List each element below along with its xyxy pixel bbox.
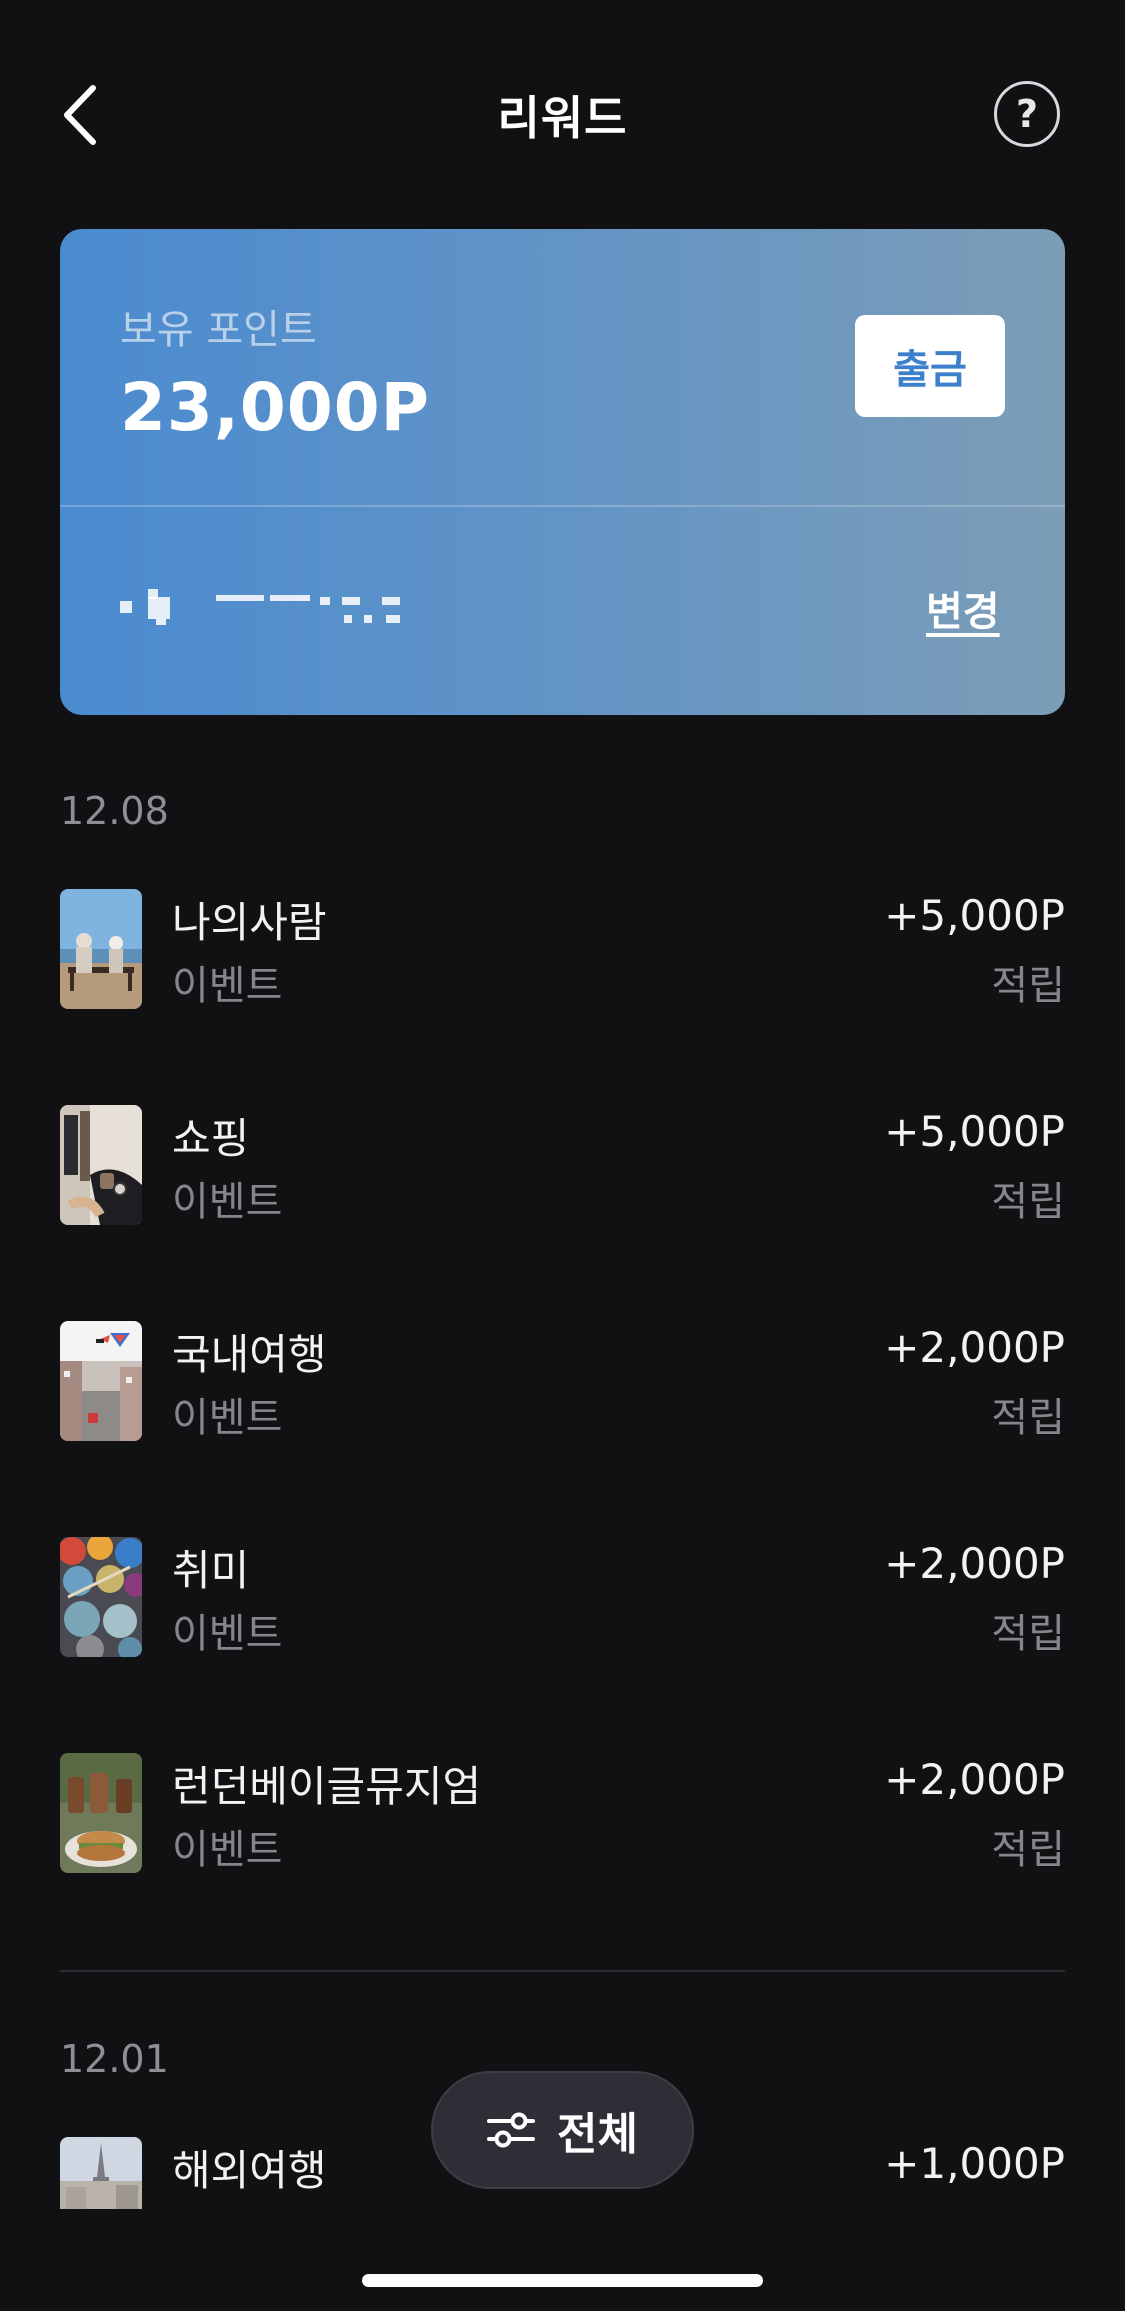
points-label: 보유 포인트 [120, 307, 317, 353]
item-subtitle: 이벤트 [172, 963, 283, 1009]
item-title: 런던베이글뮤지엄 [172, 1762, 482, 1811]
item-status: 적립 [991, 1827, 1065, 1873]
item-subtitle: 이벤트 [172, 1395, 283, 1441]
item-status: 적립 [991, 1395, 1065, 1441]
list-item[interactable]: 취미 이벤트 +2,000P 적립 [60, 1537, 1065, 1657]
question-mark-icon: ? [1015, 92, 1039, 136]
withdraw-button[interactable]: 출금 [855, 315, 1005, 417]
item-subtitle: 이벤트 [172, 1179, 283, 1225]
date-header: 12.08 [60, 789, 169, 833]
item-amount: +1,000P [884, 2139, 1065, 2188]
item-amount: +5,000P [884, 891, 1065, 940]
date-header: 12.01 [60, 2037, 169, 2081]
filter-sliders-icon [487, 2112, 536, 2148]
change-account-link[interactable]: 변경 [926, 579, 1000, 637]
event-thumbnail [60, 1753, 142, 1873]
list-item[interactable]: 국내여행 이벤트 +2,000P 적립 [60, 1321, 1065, 1441]
item-amount: +5,000P [884, 1107, 1065, 1156]
masked-account-info [120, 587, 450, 627]
item-amount: +2,000P [884, 1539, 1065, 1588]
item-subtitle: 이벤트 [172, 1611, 283, 1657]
event-thumbnail [60, 1537, 142, 1657]
event-thumbnail [60, 2137, 142, 2209]
points-value: 23,000P [120, 369, 431, 446]
header: 리워드 ? [0, 60, 1125, 168]
item-title: 취미 [172, 1546, 250, 1595]
item-title: 해외여행 [172, 2146, 327, 2195]
filter-label: 전체 [557, 2109, 638, 2160]
item-amount: +2,000P [884, 1755, 1065, 1804]
item-title: 나의사람 [172, 898, 327, 947]
points-card: 보유 포인트 23,000P 출금 변경 [60, 229, 1065, 715]
page-title: 리워드 [497, 91, 628, 145]
list-item[interactable]: 나의사람 이벤트 +5,000P 적립 [60, 889, 1065, 1009]
filter-button[interactable]: 전체 [431, 2071, 694, 2189]
event-thumbnail [60, 889, 142, 1009]
home-indicator [362, 2274, 763, 2287]
event-thumbnail [60, 1105, 142, 1225]
list-item[interactable]: 쇼핑 이벤트 +5,000P 적립 [60, 1105, 1065, 1225]
item-status: 적립 [991, 1611, 1065, 1657]
item-amount: +2,000P [884, 1323, 1065, 1372]
item-status: 적립 [991, 963, 1065, 1009]
help-button[interactable]: ? [994, 81, 1060, 147]
item-status: 적립 [991, 1179, 1065, 1225]
list-item[interactable]: 런던베이글뮤지엄 이벤트 +2,000P 적립 [60, 1753, 1065, 1873]
card-divider [60, 505, 1065, 507]
section-divider [60, 1970, 1065, 1972]
event-thumbnail [60, 1321, 142, 1441]
item-subtitle: 이벤트 [172, 1827, 283, 1873]
item-title: 국내여행 [172, 1330, 327, 1379]
item-title: 쇼핑 [172, 1114, 250, 1163]
